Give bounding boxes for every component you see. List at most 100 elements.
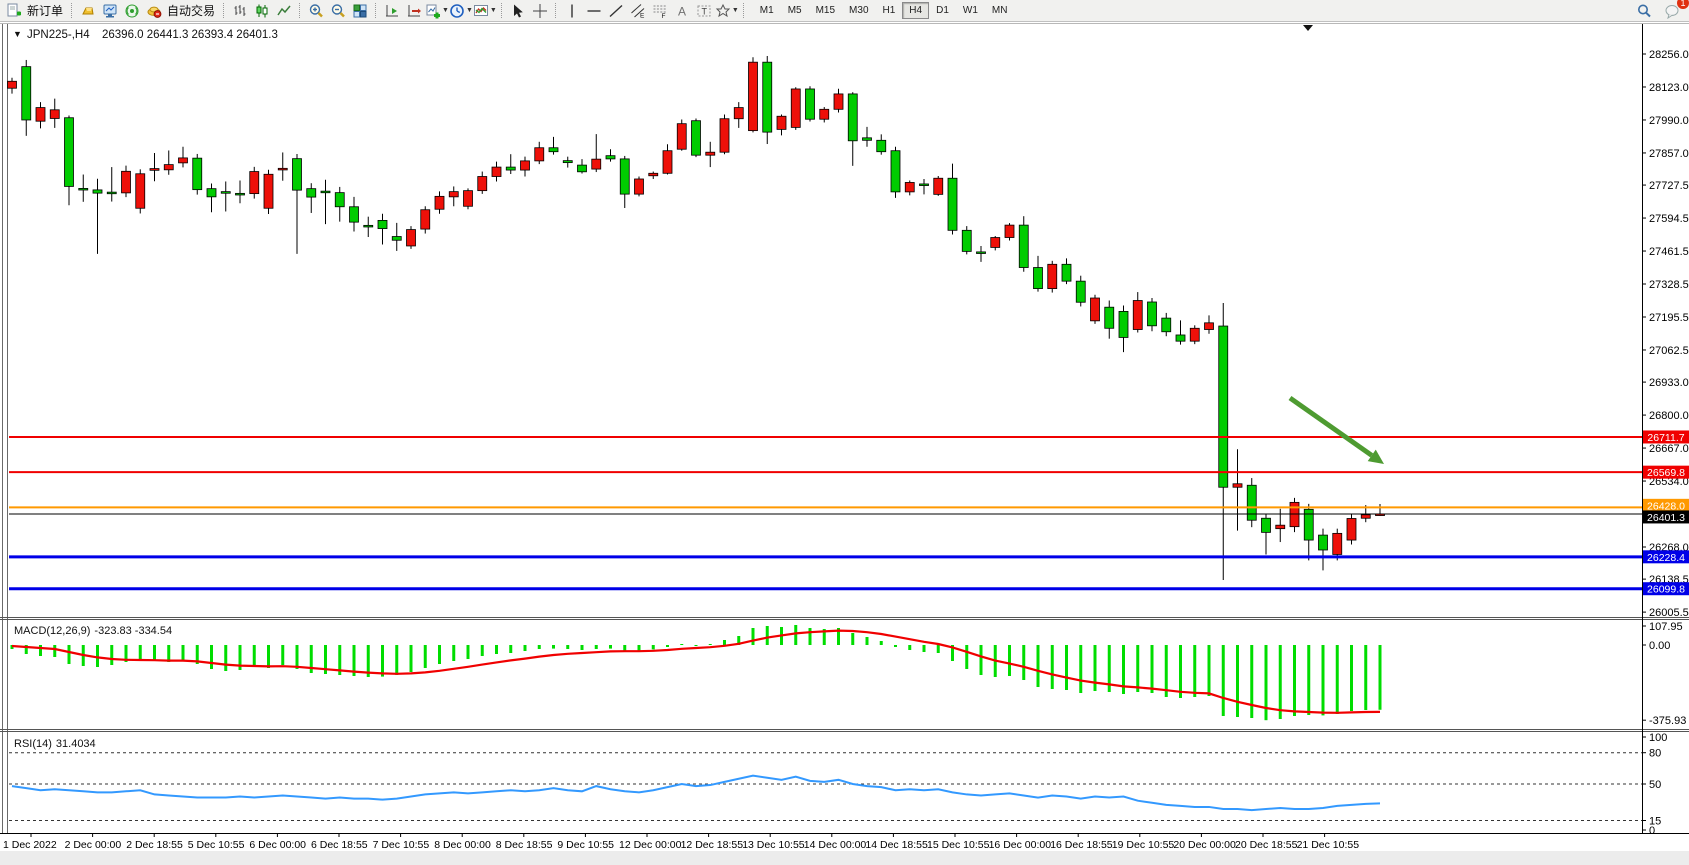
chart-shift-button[interactable]	[381, 1, 403, 21]
time-axis-label: 19 Dec 10:55	[1112, 839, 1175, 851]
tile-windows-button[interactable]	[349, 1, 371, 21]
price-axis-tick: 26667.0	[1649, 443, 1689, 455]
new-order-button[interactable]	[3, 1, 25, 21]
line-chart-button[interactable]	[273, 1, 295, 21]
macd-histogram-bar	[652, 645, 655, 649]
macd-histogram-bar	[695, 645, 698, 646]
macd-histogram-bar	[1179, 645, 1182, 698]
macd-histogram-bar	[481, 645, 484, 656]
search-button[interactable]	[1633, 1, 1655, 21]
crosshair-button[interactable]	[529, 1, 551, 21]
tile-windows-icon	[352, 3, 368, 19]
periods-button[interactable]: ▼	[449, 1, 473, 21]
candle	[236, 193, 245, 195]
time-axis-label: 1 Dec 2022	[3, 839, 57, 851]
candle	[934, 178, 943, 194]
candle	[677, 124, 686, 150]
price-axis-tick: 27857.0	[1649, 148, 1689, 160]
time-axis-label: 16 Dec 00:00	[989, 839, 1052, 851]
timeframe-m1-button[interactable]: M1	[753, 2, 781, 19]
candle	[563, 161, 572, 163]
candle	[663, 151, 672, 174]
trendline-icon	[608, 3, 624, 19]
new-order-label[interactable]: 新订单	[25, 2, 67, 19]
indicators-button[interactable]: ▼	[473, 1, 497, 21]
candle	[1076, 281, 1085, 302]
macd-histogram-bar	[595, 645, 598, 649]
timeframe-d1-button[interactable]: D1	[929, 2, 956, 19]
new-chart-button[interactable]: ▼	[425, 1, 449, 21]
timeframe-m30-button[interactable]: M30	[842, 2, 875, 19]
candle	[122, 171, 131, 193]
text-label-button[interactable]: T	[693, 1, 715, 21]
macd-histogram-bar	[381, 645, 384, 677]
candle	[920, 184, 929, 186]
macd-histogram-bar	[467, 645, 470, 659]
candle	[293, 159, 302, 190]
vertical-line-icon	[564, 3, 580, 19]
candle	[506, 167, 515, 170]
timeframe-m5-button[interactable]: M5	[781, 2, 809, 19]
macd-histogram-bar	[1094, 645, 1097, 691]
equidistant-channel-icon: E	[630, 3, 646, 19]
gold-button[interactable]	[77, 1, 99, 21]
price-line-badge: 26569.8	[1647, 467, 1685, 479]
macd-histogram-bar	[39, 645, 42, 656]
toolbar-separator	[501, 3, 503, 18]
macd-histogram-bar	[253, 645, 256, 667]
chart-ohlc-values: 26396.0 26441.3 26393.4 26401.3	[102, 29, 278, 41]
macd-histogram-bar	[980, 645, 983, 675]
macd-histogram-bar	[581, 645, 584, 650]
candle	[278, 168, 287, 170]
zoom-in-button[interactable]	[305, 1, 327, 21]
macd-histogram-bar	[666, 645, 669, 647]
candle	[592, 159, 601, 169]
auto-trading-button[interactable]	[143, 1, 165, 21]
trendline-button[interactable]	[605, 1, 627, 21]
timeframe-w1-button[interactable]: W1	[956, 2, 985, 19]
candle	[991, 238, 1000, 248]
market-watch-button[interactable]	[99, 1, 121, 21]
candle	[250, 172, 259, 194]
candle	[335, 193, 344, 207]
signal-button[interactable]	[121, 1, 143, 21]
bar-chart-button[interactable]	[229, 1, 251, 21]
vertical-line-button[interactable]	[561, 1, 583, 21]
candle	[1276, 525, 1285, 528]
arrows-button[interactable]: ▼	[715, 1, 739, 21]
candle	[492, 167, 501, 176]
candle	[421, 210, 430, 229]
cursor-button[interactable]	[507, 1, 529, 21]
chart-canvas[interactable]: 28256.028123.027990.027857.027727.527594…	[0, 22, 1689, 860]
candle	[635, 179, 644, 194]
zoom-out-button[interactable]	[327, 1, 349, 21]
time-axis-label: 20 Dec 18:55	[1235, 839, 1298, 851]
candle	[478, 177, 487, 191]
notifications-button[interactable]: 1	[1661, 1, 1683, 21]
text-button[interactable]: A	[671, 1, 693, 21]
candle	[549, 148, 558, 152]
candle	[1319, 535, 1328, 550]
zoom-out-icon	[330, 3, 346, 19]
timeframe-h1-button[interactable]: H1	[876, 2, 903, 19]
chart-collapse-icon[interactable]: ▼	[13, 29, 22, 39]
candle	[763, 62, 772, 132]
candle	[863, 138, 872, 140]
equidistant-channel-button[interactable]: E	[627, 1, 649, 21]
auto-trading-label[interactable]: 自动交易	[165, 2, 219, 19]
auto-scroll-button[interactable]	[403, 1, 425, 21]
macd-histogram-bar	[224, 645, 227, 671]
candlestick-chart-button[interactable]	[251, 1, 273, 21]
timeframe-h4-button[interactable]: H4	[902, 2, 929, 19]
candle	[50, 110, 59, 119]
crosshair-icon	[532, 3, 548, 19]
timeframe-mn-button[interactable]: MN	[985, 2, 1015, 19]
horizontal-line-button[interactable]	[583, 1, 605, 21]
timeframe-m15-button[interactable]: M15	[809, 2, 842, 19]
macd-histogram-bar	[1350, 645, 1353, 711]
macd-histogram-bar	[1208, 645, 1211, 696]
svg-text:E: E	[640, 12, 645, 19]
macd-histogram-bar	[1022, 645, 1025, 680]
fibonacci-button[interactable]: F	[649, 1, 671, 21]
signal-icon	[124, 3, 140, 19]
